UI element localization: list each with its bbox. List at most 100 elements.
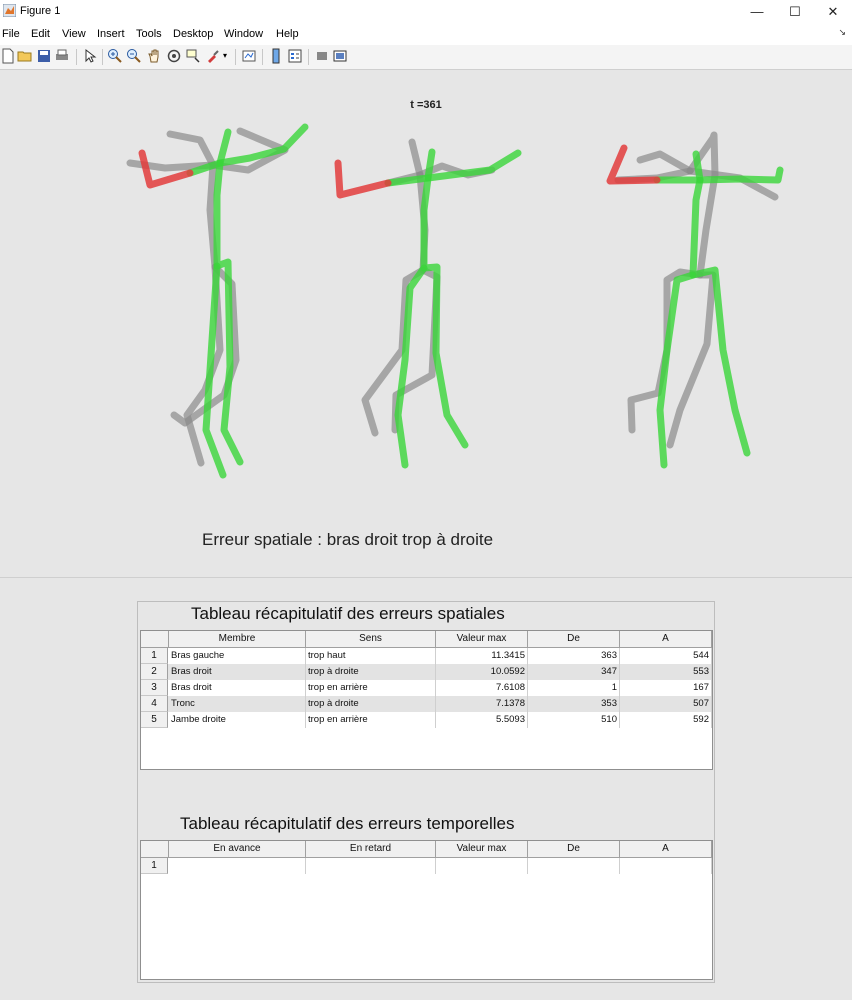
- row-number: 3: [141, 680, 168, 696]
- hide-plot-tools-icon[interactable]: [314, 48, 330, 64]
- toolbar-separator: [235, 49, 236, 65]
- column-header-membre[interactable]: Membre: [169, 631, 306, 647]
- cell-de[interactable]: [528, 858, 620, 874]
- pan-icon[interactable]: [146, 48, 162, 64]
- cell-de[interactable]: 353: [528, 696, 620, 712]
- zoom-out-icon[interactable]: [126, 48, 142, 64]
- cell-sens[interactable]: trop en arrière: [306, 712, 436, 728]
- data-cursor-icon[interactable]: [185, 48, 201, 64]
- cell-sens[interactable]: trop à droite: [306, 664, 436, 680]
- column-header-a[interactable]: A: [620, 841, 712, 857]
- table-header: Membre Sens Valeur max De A: [141, 631, 712, 648]
- link-plot-icon[interactable]: [241, 48, 257, 64]
- figure-divider: [0, 577, 852, 578]
- show-plot-tools-icon[interactable]: [332, 48, 348, 64]
- cell-valeur-max[interactable]: 7.6108: [436, 680, 528, 696]
- cell-valeur-max[interactable]: 7.1378: [436, 696, 528, 712]
- cell-de[interactable]: 510: [528, 712, 620, 728]
- window-title-bar: Figure 1 — ☐ ✕: [0, 0, 852, 24]
- column-header-de[interactable]: De: [528, 631, 620, 647]
- skeleton-2-performer: [384, 148, 522, 469]
- legend-icon[interactable]: [287, 48, 303, 64]
- cell-a[interactable]: 507: [620, 696, 712, 712]
- table-row[interactable]: 1: [141, 858, 712, 874]
- menu-desktop[interactable]: Desktop: [173, 28, 213, 40]
- cell-valeur-max[interactable]: 11.3415: [436, 648, 528, 664]
- table-row[interactable]: 1 Bras gauche trop haut 11.3415 363 544: [141, 648, 712, 664]
- open-file-icon[interactable]: [17, 48, 33, 64]
- cell-membre[interactable]: Bras droit: [169, 664, 306, 680]
- row-number: 1: [141, 858, 168, 874]
- menu-help[interactable]: Help: [276, 28, 299, 40]
- toolbar-separator: [76, 49, 77, 65]
- rotate-3d-icon[interactable]: [166, 48, 182, 64]
- new-figure-icon[interactable]: [0, 48, 16, 64]
- close-button[interactable]: ✕: [813, 2, 852, 22]
- figure-toolbar: ▾: [0, 45, 852, 70]
- spatial-table-title: Tableau récapitulatif des erreurs spatia…: [191, 604, 505, 623]
- cell-en-retard[interactable]: [306, 858, 436, 874]
- column-header-sens[interactable]: Sens: [306, 631, 436, 647]
- cell-a[interactable]: [620, 858, 712, 874]
- cell-en-avance[interactable]: [169, 858, 306, 874]
- print-icon[interactable]: [54, 48, 70, 64]
- cell-membre[interactable]: Jambe droite: [169, 712, 306, 728]
- table-row[interactable]: 2 Bras droit trop à droite 10.0592 347 5…: [141, 664, 712, 680]
- row-number: 4: [141, 696, 168, 712]
- matlab-app-icon: [3, 4, 16, 17]
- table-row[interactable]: 3 Bras droit trop en arrière 7.6108 1 16…: [141, 680, 712, 696]
- menu-insert[interactable]: Insert: [97, 28, 125, 40]
- cell-membre[interactable]: Bras gauche: [169, 648, 306, 664]
- cell-valeur-max[interactable]: 10.0592: [436, 664, 528, 680]
- row-number: 2: [141, 664, 168, 680]
- row-number-header: [141, 631, 169, 647]
- save-icon[interactable]: [36, 48, 52, 64]
- skeleton-2-error-limb: [334, 159, 392, 199]
- menu-file[interactable]: File: [2, 28, 20, 40]
- cell-a[interactable]: 592: [620, 712, 712, 728]
- column-header-en-retard[interactable]: En retard: [306, 841, 436, 857]
- temporal-errors-table[interactable]: En avance En retard Valeur max De A 1: [140, 840, 713, 980]
- menu-window[interactable]: Window: [224, 28, 263, 40]
- cell-a[interactable]: 553: [620, 664, 712, 680]
- skeleton-plot: [126, 123, 784, 479]
- toolbar-separator: [102, 49, 103, 65]
- table-row[interactable]: 4 Tronc trop à droite 7.1378 353 507: [141, 696, 712, 712]
- cell-sens[interactable]: trop à droite: [306, 696, 436, 712]
- column-header-valeur-max[interactable]: Valeur max: [436, 841, 528, 857]
- cell-sens[interactable]: trop en arrière: [306, 680, 436, 696]
- window-title: Figure 1: [20, 5, 61, 17]
- spatial-error-message: Erreur spatiale : bras droit trop à droi…: [202, 530, 494, 549]
- pointer-icon[interactable]: [82, 48, 98, 64]
- row-number-header: [141, 841, 169, 857]
- cell-sens[interactable]: trop haut: [306, 648, 436, 664]
- menu-view[interactable]: View: [62, 28, 86, 40]
- column-header-de[interactable]: De: [528, 841, 620, 857]
- brush-icon[interactable]: [205, 48, 221, 64]
- spatial-errors-table[interactable]: Membre Sens Valeur max De A 1 Bras gauch…: [140, 630, 713, 770]
- cell-valeur-max[interactable]: 5.5093: [436, 712, 528, 728]
- maximize-button[interactable]: ☐: [775, 2, 815, 22]
- column-header-a[interactable]: A: [620, 631, 712, 647]
- cell-de[interactable]: 363: [528, 648, 620, 664]
- cell-de[interactable]: 1: [528, 680, 620, 696]
- row-number: 1: [141, 648, 168, 664]
- colorbar-icon[interactable]: [268, 48, 284, 64]
- column-header-valeur-max[interactable]: Valeur max: [436, 631, 528, 647]
- zoom-in-icon[interactable]: [107, 48, 123, 64]
- cell-a[interactable]: 544: [620, 648, 712, 664]
- table-row[interactable]: 5 Jambe droite trop en arrière 5.5093 51…: [141, 712, 712, 728]
- column-header-en-avance[interactable]: En avance: [169, 841, 306, 857]
- cell-membre[interactable]: Bras droit: [169, 680, 306, 696]
- dropdown-arrow-icon[interactable]: ▾: [223, 48, 231, 64]
- cell-de[interactable]: 347: [528, 664, 620, 680]
- cell-valeur-max[interactable]: [436, 858, 528, 874]
- menu-tools[interactable]: Tools: [136, 28, 162, 40]
- minimize-button[interactable]: —: [737, 2, 777, 22]
- temporal-table-title: Tableau récapitulatif des erreurs tempor…: [180, 814, 515, 833]
- menu-edit[interactable]: Edit: [31, 28, 50, 40]
- menu-dock-arrow-icon[interactable]: ↘: [838, 27, 846, 38]
- cell-membre[interactable]: Tronc: [169, 696, 306, 712]
- skeleton-1-performer: [186, 123, 309, 479]
- cell-a[interactable]: 167: [620, 680, 712, 696]
